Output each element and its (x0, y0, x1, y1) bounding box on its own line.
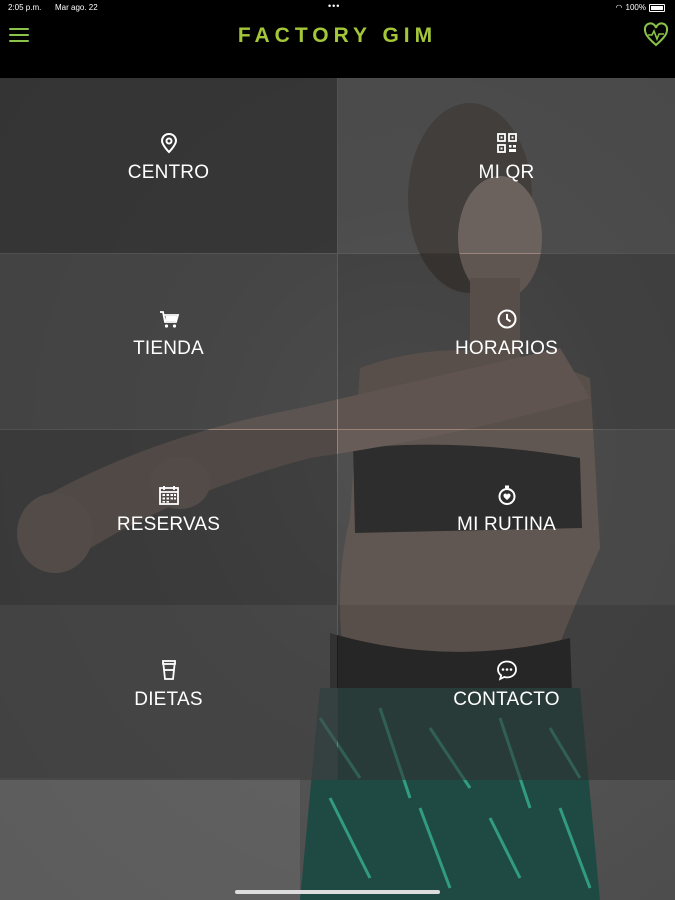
menu-label-centro: CENTRO (127, 161, 210, 183)
menu-tile-reservas[interactable]: RESERVAS (0, 430, 337, 605)
status-date: Mar ago. 22 (55, 3, 98, 12)
menu-label-reservas: RESERVAS (116, 513, 221, 535)
status-bar: 2:05 p.m. Mar ago. 22 ••• ◠ 100% (0, 0, 675, 16)
qr-code-icon (496, 132, 517, 153)
app-title: FACTORY GIM (237, 24, 438, 47)
multitask-dots[interactable]: ••• (328, 1, 340, 11)
menu-label-mi-qr: MI QR (478, 161, 535, 183)
wifi-icon: ◠ (615, 3, 623, 12)
menu-label-horarios: HORARIOS (455, 337, 558, 359)
status-time: 2:05 p.m. (8, 3, 42, 12)
map-pin-icon (160, 132, 177, 153)
menu-tile-centro[interactable]: CENTRO (0, 78, 337, 253)
drink-cup-icon (161, 659, 176, 680)
app-header: FACTORY GIM (0, 16, 675, 78)
menu-tile-tienda[interactable]: TIENDA (0, 254, 337, 429)
menu-label-contacto: CONTACTO (453, 688, 560, 710)
stopwatch-heart-icon (498, 485, 515, 505)
menu-tile-contacto[interactable]: CONTACTO (338, 605, 675, 780)
menu-tile-dietas[interactable]: DIETAS (0, 605, 337, 780)
clock-icon (497, 309, 516, 328)
menu-tile-mi-qr[interactable]: MI QR (338, 78, 675, 253)
chat-bubble-icon (496, 660, 517, 681)
menu-label-dietas: DIETAS (134, 688, 203, 710)
menu-tile-horarios[interactable]: HORARIOS (338, 254, 675, 429)
status-right: ◠ 100% (616, 3, 665, 12)
battery-icon (649, 3, 665, 12)
calendar-icon (158, 485, 179, 505)
menu-label-mi-rutina: MI RUTINA (457, 513, 556, 535)
menu-label-tienda: TIENDA (133, 337, 204, 359)
heart-pulse-icon[interactable] (643, 22, 669, 48)
menu-tile-mi-rutina[interactable]: MI RUTINA (338, 430, 675, 605)
home-indicator[interactable] (235, 890, 440, 894)
shopping-cart-icon (159, 310, 179, 328)
battery-percent: 100% (625, 3, 646, 12)
